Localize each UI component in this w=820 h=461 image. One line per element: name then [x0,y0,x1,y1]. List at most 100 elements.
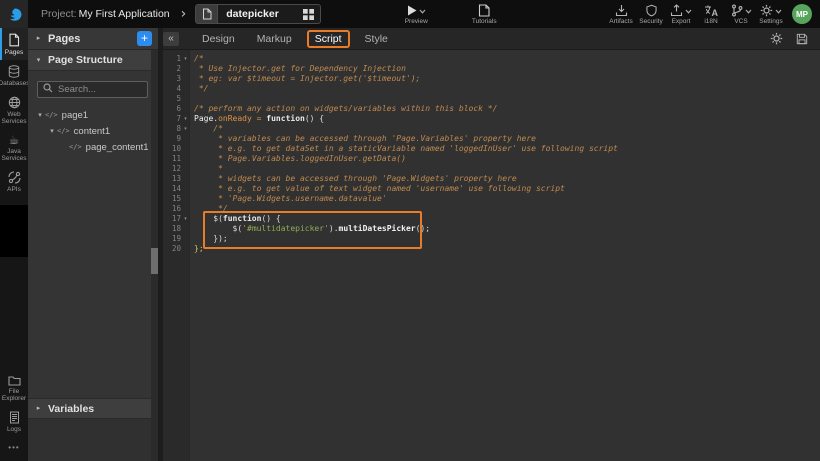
preview-button[interactable]: Preview [401,0,431,28]
code-line-13[interactable]: 13 * widgets can be accessed through 'Pa… [163,173,820,183]
fold-spacer [181,228,190,229]
code-line-10[interactable]: 10 * e.g. to get dataSet in a staticVari… [163,143,820,153]
code-line-14[interactable]: 14 * e.g. to get value of text widget na… [163,183,820,193]
code-line-20[interactable]: 20}; [163,243,820,253]
code-text: */ [194,204,228,213]
chevron-down-icon[interactable] [745,9,752,14]
line-number: 5 [163,94,181,103]
action-label: i18N [704,18,717,25]
rail-item-web-services[interactable]: Web Services [0,91,28,129]
search-input[interactable] [37,81,148,98]
editor-tabs: DesignMarkup Script Style [191,30,399,48]
coffee-icon: ☕ [9,134,20,146]
caret-right-icon: ▸ [35,35,42,42]
tree-node-page1[interactable]: ▾</>page1 [28,107,158,123]
rail-item-label: Logs [7,426,21,433]
database-icon [8,65,20,78]
tab-style[interactable]: Style [354,33,399,45]
grid-icon[interactable] [303,9,314,20]
wavemaker-logo[interactable] [0,0,28,28]
code-line-19[interactable]: 19 }); [163,233,820,243]
tree-node-label: page1 [62,110,88,121]
rail-top-items: PagesDatabasesWeb Services☕Java Services… [0,28,28,197]
code-text: */ [194,84,208,93]
fold-toggle-icon[interactable]: ▾ [181,125,190,132]
security-button[interactable]: Security [636,0,666,28]
line-number: 3 [163,74,181,83]
caret-down-icon-sm[interactable]: ▾ [35,111,45,119]
code-line-17[interactable]: 17▾ $(function() { [163,213,820,223]
code-line-12[interactable]: 12 * [163,163,820,173]
code-line-9[interactable]: 9 * variables can be accessed through 'P… [163,133,820,143]
line-number: 8 [163,124,181,133]
rail-item-databases[interactable]: Databases [0,60,28,91]
caret-down-icon-sm[interactable]: ▾ [47,127,57,135]
i18n-button[interactable]: Ai18N [696,0,726,28]
fold-toggle-icon[interactable]: ▾ [181,115,190,122]
panel-scrollbar-thumb[interactable] [151,248,158,274]
user-avatar[interactable]: MP [792,4,812,24]
tree-node-page_content1[interactable]: </>page_content1 [28,139,158,155]
tree-node-content1[interactable]: ▾</>content1 [28,123,158,139]
folder-icon [8,375,21,386]
script-editor[interactable]: 1▾/*2 * Use Injector.get for Dependency … [163,50,820,461]
code-line-18[interactable]: 18 $('#multidatepicker').multiDatesPicke… [163,223,820,233]
settings-button[interactable]: Settings [756,0,786,28]
code-text: * variables can be accessed through 'Pag… [194,134,536,143]
fold-toggle-icon[interactable]: ▾ [181,215,190,222]
gear-icon[interactable] [770,32,783,45]
collapse-panel-icon[interactable]: « [163,32,179,46]
code-line-8[interactable]: 8▾ /* [163,123,820,133]
rail-item-apis[interactable]: APIs [0,166,28,197]
code-line-5[interactable]: 5 [163,93,820,103]
tab-markup[interactable]: Markup [246,33,303,45]
icon-row: A [704,3,718,17]
page-structure-header[interactable]: ▾ Page Structure [28,50,158,71]
fold-toggle-icon[interactable]: ▾ [181,55,190,62]
tutorials-button[interactable]: Tutorials [469,0,499,28]
page-structure-title: Page Structure [48,54,123,66]
chevron-down-icon[interactable] [419,9,426,14]
project-name: My First Application [79,8,170,20]
export-button[interactable]: Export [666,0,696,28]
rail-item-logs[interactable]: Logs [0,406,28,437]
search-container [28,71,158,104]
tab-script[interactable]: Script [307,30,350,48]
code-line-6[interactable]: 6/* perform any action on widgets/variab… [163,103,820,113]
svg-text:A: A [712,8,719,17]
code-line-16[interactable]: 16 */ [163,203,820,213]
code-line-1[interactable]: 1▾/* [163,53,820,63]
add-page-button[interactable]: + [137,31,152,46]
save-icon[interactable] [796,33,808,45]
code-line-4[interactable]: 4 */ [163,83,820,93]
line-number: 16 [163,204,181,213]
code-text: * e.g. to get value of text widget named… [194,184,565,193]
code-line-3[interactable]: 3 * eg: var $timeout = Injector.get('$ti… [163,73,820,83]
vcs-button[interactable]: VCS [726,0,756,28]
code-line-15[interactable]: 15 * 'Page.Widgets.username.datavalue' [163,193,820,203]
pages-panel-header[interactable]: ▸ Pages + [28,28,158,50]
rail-item-pages[interactable]: Pages [0,28,28,60]
top-bar: Project:My First Application › datepicke… [0,0,820,28]
code-text: /* [194,54,204,63]
code-line-11[interactable]: 11 * Page.Variables.loggedInUser.getData… [163,153,820,163]
variables-header[interactable]: ▸ Variables [28,398,158,419]
tree-node-label: content1 [74,126,110,137]
code-line-7[interactable]: 7▾Page.onReady = function() { [163,113,820,123]
rail-bottom-items: File Explorer Logs [0,370,28,437]
preview-label: Preview [405,18,428,25]
code-text: * 'Page.Widgets.username.datavalue' [194,194,387,203]
artifacts-button[interactable]: Artifacts [606,0,636,28]
rail-item-file-explorer[interactable]: File Explorer [0,370,28,406]
line-number: 10 [163,144,181,153]
fold-spacer [181,138,190,139]
open-page-tab[interactable]: datepicker [195,4,321,24]
pages-panel-title: Pages [48,33,137,45]
more-menu-button[interactable]: ••• [0,437,28,461]
chevron-down-icon[interactable] [775,9,782,14]
panel-bottom-filler [28,419,158,461]
chevron-down-icon[interactable] [685,9,692,14]
tab-design[interactable]: Design [191,33,246,45]
code-line-2[interactable]: 2 * Use Injector.get for Dependency Inje… [163,63,820,73]
rail-item-java-services[interactable]: ☕Java Services [0,129,28,166]
